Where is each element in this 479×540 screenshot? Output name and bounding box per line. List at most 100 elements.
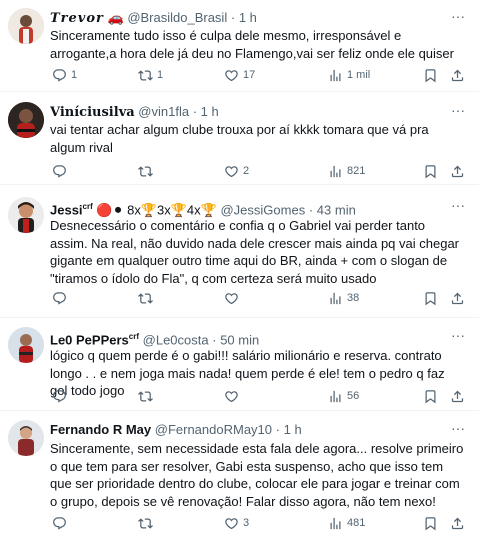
share-icon [450,516,465,531]
views-button[interactable]: 38 [328,289,359,307]
like-icon [224,389,239,404]
like-button[interactable] [224,387,243,405]
like-icon [224,68,239,83]
like-icon [224,516,239,531]
reply-button[interactable] [52,514,71,532]
avatar[interactable] [8,197,44,233]
car-emoji: 🚗 [107,10,124,25]
retweet-button[interactable] [138,514,157,532]
like-icon [224,164,239,179]
like-button[interactable]: 3 [224,514,249,532]
tweet-text: vai tentar achar algum clube trouxa por … [50,122,429,155]
views-icon [328,389,343,404]
retweet-button[interactable] [138,289,157,307]
handle[interactable]: @Le0costa [143,332,209,347]
reply-icon [52,516,67,531]
avatar[interactable] [8,102,44,138]
reply-icon [52,164,67,179]
like-button[interactable] [224,289,243,307]
timestamp[interactable]: 1 h [201,104,219,119]
name-superscript: crf [82,202,93,211]
tweet[interactable]: Viníciusilva @vin1fla · 1 h ··· vai tent… [0,92,479,185]
retweet-button[interactable] [138,162,157,180]
display-name[interactable]: Viníciusilva [50,105,135,120]
tweet-header: 𝑻𝒓𝒆𝒗𝒐𝒓 🚗 @Brasildo_Brasil · 1 h [50,9,449,27]
views-count: 821 [347,165,366,177]
views-button[interactable]: 56 [328,387,359,405]
more-icon[interactable]: ··· [449,9,467,25]
reply-icon [52,68,67,83]
tweet[interactable]: 𝑻𝒓𝒆𝒗𝒐𝒓 🚗 @Brasildo_Brasil · 1 h ··· Sinc… [0,0,479,92]
handle[interactable]: @vin1fla [138,104,189,119]
retweet-button[interactable] [138,387,157,405]
handle[interactable]: @FernandoRMay10 [155,422,272,437]
avatar[interactable] [8,327,44,363]
bookmark-button[interactable] [423,387,438,405]
more-icon[interactable]: ··· [449,421,467,437]
share-icon [450,68,465,83]
bookmark-button[interactable] [423,66,438,84]
display-name[interactable]: Jessi [50,202,83,217]
views-icon [328,68,343,83]
retweet-icon [138,389,153,404]
tweet-header: Fernando R May @FernandoRMay10 · 1 h [50,421,449,438]
bookmark-button[interactable] [423,514,438,532]
separator: · [212,332,217,348]
share-button[interactable] [450,387,465,405]
reply-button[interactable]: 1 [52,66,77,84]
avatar[interactable] [8,8,44,44]
like-count: 17 [243,69,256,81]
share-button[interactable] [450,514,465,532]
tweet[interactable]: Fernando R May @FernandoRMay10 · 1 h ···… [0,411,479,540]
action-bar: 3 481 [50,514,467,532]
tweet-header: Jessicrf 🔴⚫ 8x🏆3x🏆4x🏆 @JessiGomes · 43 m… [50,198,449,218]
reply-button[interactable] [52,162,71,180]
more-icon[interactable]: ··· [449,103,467,119]
views-icon [328,291,343,306]
reply-button[interactable] [52,387,71,405]
like-button[interactable]: 2 [224,162,249,180]
views-count: 56 [347,390,360,402]
retweet-button[interactable]: 1 [138,66,163,84]
bookmark-icon [423,291,438,306]
tweet-header: Viníciusilva @vin1fla · 1 h [50,103,449,121]
display-name[interactable]: Fernando R May [50,422,151,437]
action-bar: 38 [50,289,467,307]
like-icon [224,291,239,306]
timestamp[interactable]: 50 min [220,332,259,347]
share-icon [450,164,465,179]
bookmark-button[interactable] [423,289,438,307]
tweet[interactable]: Le0 PePPerscrf @Le0costa · 50 min ··· ló… [0,318,479,411]
retweet-count: 1 [157,69,164,81]
reply-button[interactable] [52,289,71,307]
bookmark-button[interactable] [423,162,438,180]
display-name[interactable]: Le0 PePPers [50,332,129,347]
display-name[interactable]: 𝑻𝒓𝒆𝒗𝒐𝒓 [50,11,104,26]
retweet-icon [138,164,153,179]
views-icon [328,164,343,179]
share-button[interactable] [450,66,465,84]
more-icon[interactable]: ··· [449,198,467,214]
timestamp[interactable]: 1 h [239,10,257,25]
views-button[interactable]: 1 mil [328,66,370,84]
separator: · [230,10,236,25]
handle[interactable]: @Brasildo_Brasil [127,10,227,25]
like-button[interactable]: 17 [224,66,255,84]
tweet[interactable]: Jessicrf 🔴⚫ 8x🏆3x🏆4x🏆 @JessiGomes · 43 m… [0,185,479,318]
tweet-header: Le0 PePPerscrf @Le0costa · 50 min [50,328,449,348]
share-button[interactable] [450,162,465,180]
views-count: 1 mil [347,69,371,81]
timestamp[interactable]: 43 min [317,202,356,217]
views-count: 481 [347,517,366,529]
share-button[interactable] [450,289,465,307]
more-icon[interactable]: ··· [449,328,467,344]
bookmark-icon [423,164,438,179]
avatar[interactable] [8,420,44,456]
name-superscript: crf [128,332,140,341]
views-count: 38 [347,292,360,304]
handle[interactable]: @JessiGomes [220,202,305,217]
views-button[interactable]: 481 [328,514,365,532]
timestamp[interactable]: 1 h [284,422,302,437]
tweet-text: Sinceramente, sem necessidade esta fala … [50,441,464,509]
views-button[interactable]: 821 [328,162,365,180]
